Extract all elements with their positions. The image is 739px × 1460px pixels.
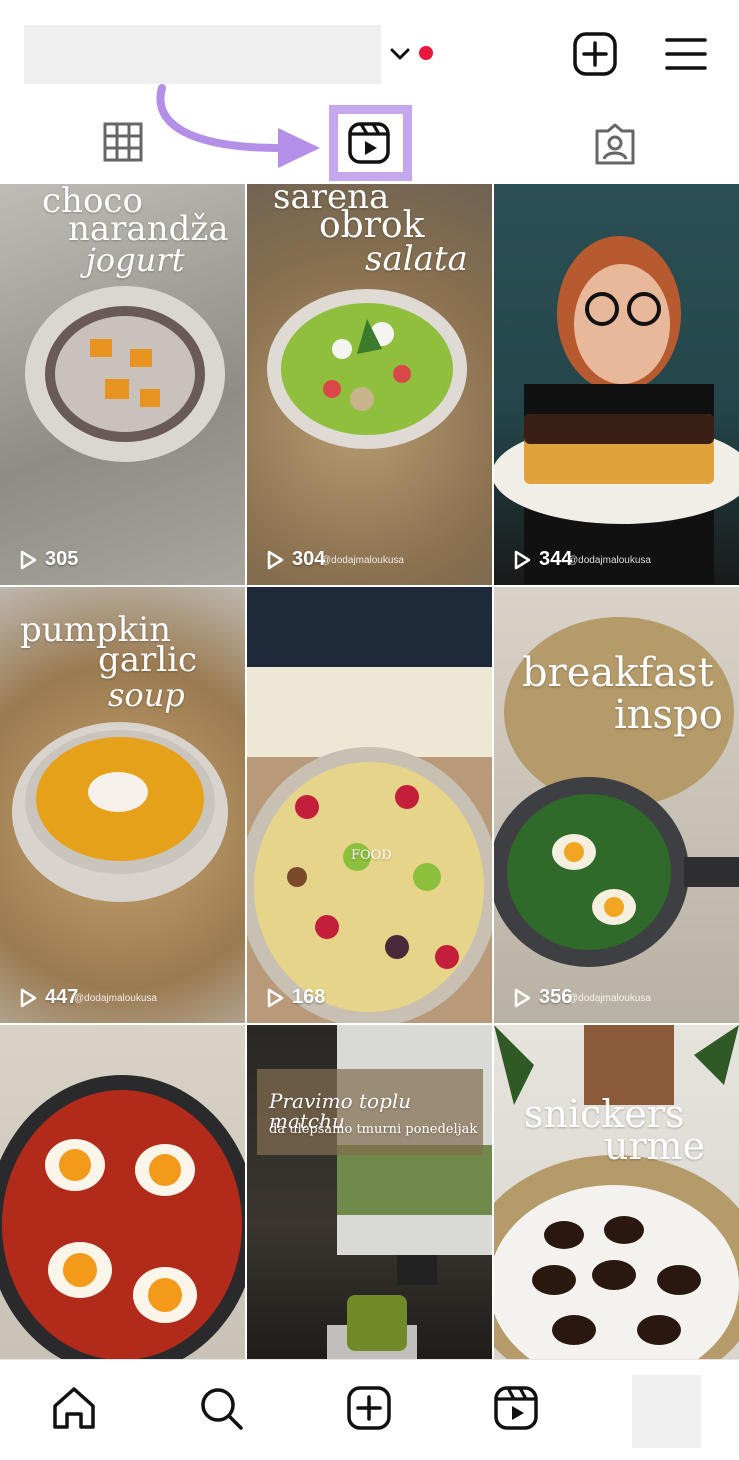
view-count: 447 [18, 986, 78, 1009]
create-post-icon[interactable] [572, 31, 618, 77]
reel-caption-line: breakfast [522, 650, 714, 696]
reel-tile[interactable]: breakfast inspo 356 @dodajmaloukusa [494, 587, 739, 1023]
reel-tile[interactable] [0, 1025, 245, 1359]
reel-caption-line: jogurt [86, 241, 185, 279]
play-icon [267, 550, 284, 569]
reel-tile[interactable]: pumpkin garlic soup 447 @dodajmaloukusa [0, 587, 245, 1023]
top-bar [0, 0, 739, 100]
play-icon [514, 988, 531, 1007]
play-icon [514, 550, 531, 569]
watermark: @dodajmaloukusa [568, 993, 651, 1004]
view-count: 304 [265, 548, 325, 571]
yogurt-bowl-image [25, 286, 225, 462]
view-count: 168 [265, 986, 325, 1009]
reels-nav-icon[interactable] [492, 1384, 540, 1432]
view-count: 356 [512, 986, 572, 1009]
reel-caption-line: FOOD [351, 848, 392, 863]
fruit-salad-image [247, 747, 492, 1023]
create-icon[interactable] [345, 1384, 393, 1432]
profile-tabs [0, 100, 739, 184]
home-icon[interactable] [50, 1384, 98, 1432]
view-count: 344 [512, 548, 572, 571]
reels-grid: choco narandža jogurt 305 sarena obrok s… [0, 184, 739, 1359]
watermark: @dodajmaloukusa [321, 555, 404, 566]
watermark: @dodajmaloukusa [74, 993, 157, 1004]
view-count: 305 [18, 548, 78, 571]
username-switcher[interactable] [24, 25, 381, 84]
view-count-value: 305 [45, 548, 79, 570]
reel-caption-line: urme [604, 1124, 706, 1168]
tagged-icon[interactable] [593, 122, 637, 166]
view-count-value: 168 [292, 986, 326, 1008]
reel-caption-line: da ulepšamo tmurni ponedeljak [269, 1122, 478, 1137]
play-icon [267, 988, 284, 1007]
salad-bowl-image [267, 289, 467, 449]
profile-avatar[interactable] [632, 1375, 701, 1448]
reel-tile[interactable]: FOOD 168 [247, 587, 492, 1023]
person-with-dessert-image [494, 236, 739, 584]
reel-tile[interactable]: snickers urme [494, 1025, 739, 1359]
reel-caption-line: garlic [98, 640, 198, 680]
reel-tile[interactable]: Pravimo toplu matchu da ulepšamo tmurni … [247, 1025, 492, 1359]
chevron-down-icon[interactable] [388, 42, 412, 66]
watermark: @dodajmaloukusa [568, 555, 651, 566]
reel-caption-line: inspo [614, 692, 723, 738]
play-icon [20, 988, 37, 1007]
bottom-navigation [0, 1359, 739, 1460]
grid-icon[interactable] [101, 120, 145, 164]
reel-tile[interactable]: sarena obrok salata 304 @dodajmaloukusa [247, 184, 492, 585]
menu-icon[interactable] [664, 35, 708, 73]
annotation-arrow [156, 84, 320, 168]
soup-bowl-image [12, 722, 228, 902]
reel-caption-line: soup [108, 676, 185, 714]
reels-icon[interactable] [347, 121, 391, 165]
reel-tile[interactable]: choco narandža jogurt 305 [0, 184, 245, 585]
search-icon[interactable] [197, 1384, 245, 1432]
reel-caption-line: salata [365, 239, 468, 279]
play-icon [20, 550, 37, 569]
notification-dot [419, 46, 433, 60]
snickers-dates-image [494, 1025, 739, 1359]
shakshuka-pan-image [0, 1075, 245, 1359]
reel-tile[interactable]: 344 @dodajmaloukusa [494, 184, 739, 585]
